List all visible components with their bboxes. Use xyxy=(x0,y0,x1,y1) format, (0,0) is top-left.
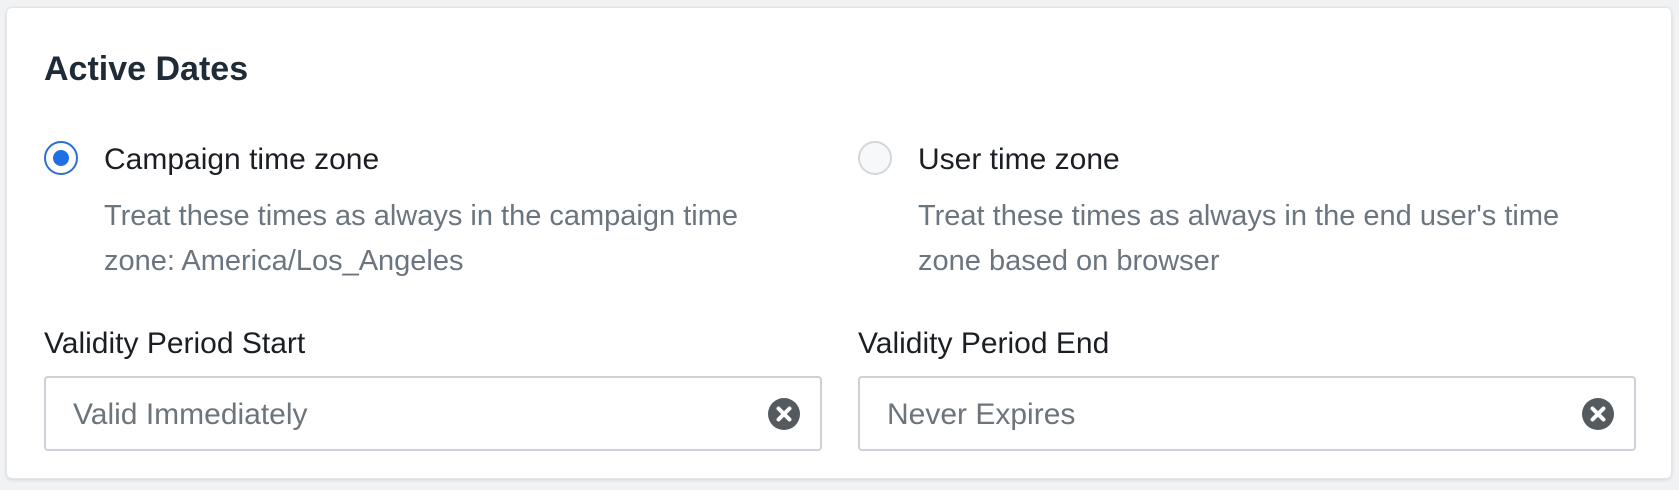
campaign-time-zone-description: Treat these times as always in the campa… xyxy=(104,200,738,277)
section-title: Active Dates xyxy=(44,50,249,88)
validity-start-input[interactable]: Valid Immediately xyxy=(44,376,822,451)
campaign-time-zone-label[interactable]: Campaign time zone xyxy=(104,142,379,178)
validity-end-input[interactable]: Never Expires xyxy=(858,376,1636,451)
validity-end-label: Validity Period End xyxy=(858,327,1110,360)
user-time-zone-label[interactable]: User time zone xyxy=(918,142,1120,178)
clear-start-button[interactable] xyxy=(768,398,800,430)
user-time-zone-radio[interactable] xyxy=(858,141,892,175)
validity-start-value: Valid Immediately xyxy=(73,398,308,431)
active-dates-card: Active Dates Campaign time zone Treat th… xyxy=(6,7,1672,479)
validity-start-label: Validity Period Start xyxy=(44,327,306,360)
times-circle-icon xyxy=(1582,398,1614,430)
clear-end-button[interactable] xyxy=(1582,398,1614,430)
campaign-time-zone-radio[interactable] xyxy=(44,141,78,175)
times-circle-icon xyxy=(768,398,800,430)
user-time-zone-description: Treat these times as always in the end u… xyxy=(918,200,1560,277)
validity-end-value: Never Expires xyxy=(887,398,1076,431)
